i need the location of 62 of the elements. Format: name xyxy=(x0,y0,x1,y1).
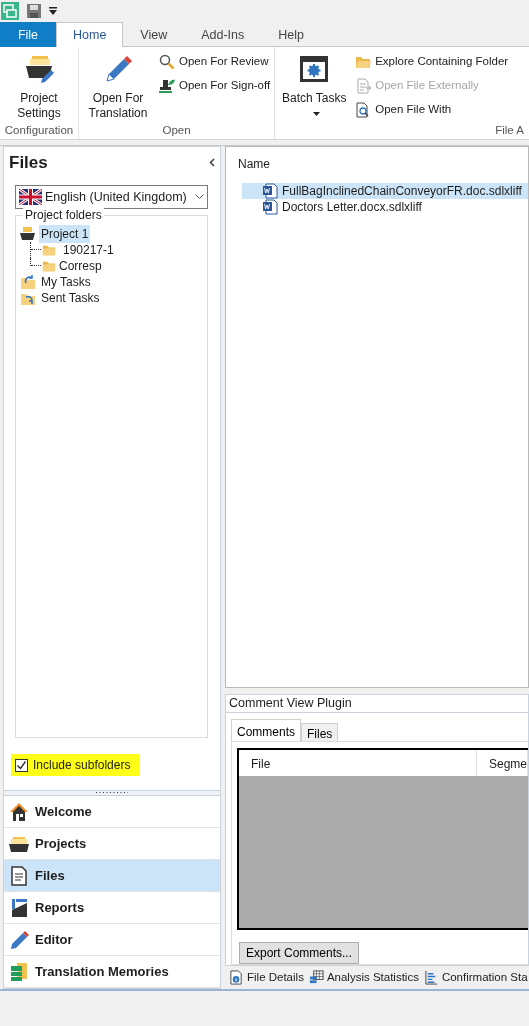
database-stack-icon xyxy=(9,961,29,982)
dropdown-button[interactable]: Batch Tasks xyxy=(278,50,351,123)
tray-icon xyxy=(23,53,55,85)
caret-icon xyxy=(312,111,320,116)
search-icon xyxy=(159,53,175,70)
column-header: Name xyxy=(238,156,271,173)
group-label: Open xyxy=(161,123,192,138)
ribbon-button[interactable]: Open For Review xyxy=(158,50,272,73)
chevron-down-icon xyxy=(195,194,204,200)
group-label: Configuration xyxy=(3,123,75,138)
tab[interactable]: Files xyxy=(301,722,339,741)
nav-item[interactable]: Files xyxy=(4,860,220,892)
stamp-icon xyxy=(159,77,175,94)
checkbox-label: Include subfolders xyxy=(33,757,131,774)
document-icon xyxy=(9,865,29,886)
language-dropdown[interactable]: English (United Kingdom) xyxy=(15,185,208,209)
ribbon-button[interactable]: Open For Sign-off xyxy=(158,74,272,97)
flag-icon xyxy=(19,188,42,205)
column-header: Segme xyxy=(476,749,528,776)
customize-dropdown-icon[interactable] xyxy=(49,7,57,15)
ribbon-tab[interactable]: Add-Ins xyxy=(184,22,262,47)
pencil-icon xyxy=(9,929,29,950)
group-label: File A xyxy=(494,123,525,138)
word-document-icon xyxy=(262,199,278,215)
ribbon-button[interactable]: Open For Translation xyxy=(82,50,154,123)
word-document-icon xyxy=(262,183,278,199)
ribbon-button[interactable]: Open File With xyxy=(354,98,510,121)
info-document-icon xyxy=(229,969,244,985)
save-icon[interactable] xyxy=(27,4,41,18)
ribbon-tab[interactable]: View xyxy=(123,22,185,47)
gear-window-icon xyxy=(298,53,331,85)
house-icon xyxy=(9,801,29,822)
tree-item[interactable]: Project 1 xyxy=(39,224,91,243)
tree-item[interactable]: 190217-1 xyxy=(61,240,116,259)
tab[interactable]: Comments xyxy=(231,718,301,741)
report-icon xyxy=(9,897,29,918)
list-icon xyxy=(423,969,439,985)
column-header: File xyxy=(239,749,477,776)
file-name: FullBagInclinedChainConveyorFR.doc.sdlxliff xyxy=(282,183,522,200)
tab[interactable]: Confirmation Sta xyxy=(423,968,528,986)
export-button[interactable]: Export Comments... xyxy=(239,941,360,964)
project-icon xyxy=(20,225,36,242)
panel-title: Files xyxy=(9,151,48,174)
ribbon-tab[interactable]: Home xyxy=(56,22,124,47)
file-row[interactable]: FullBagInclinedChainConveyorFR.doc.sdlxliff xyxy=(242,183,528,199)
ribbon-button[interactable]: Project Settings xyxy=(3,50,75,123)
file-name: Doctors Letter.docx.sdlxliff xyxy=(282,199,422,216)
ribbon-button[interactable]: Explore Containing Folder xyxy=(354,50,510,73)
table-icon xyxy=(308,969,324,985)
ribbon-tab[interactable]: Help xyxy=(261,22,322,47)
file-tab[interactable]: File xyxy=(0,22,56,47)
tree-item[interactable]: My Tasks xyxy=(39,272,93,291)
tree-item[interactable]: Corresp xyxy=(57,256,104,275)
tree-item[interactable]: Sent Tasks xyxy=(39,288,102,307)
tab[interactable]: Analysis Statistics xyxy=(308,968,419,986)
document-icon xyxy=(355,77,372,94)
inbox-folder-icon xyxy=(20,273,36,290)
checkbox[interactable] xyxy=(15,758,28,772)
file-row[interactable]: Doctors Letter.docx.sdlxliff xyxy=(242,199,528,215)
panel-title: Comment View Plugin xyxy=(226,694,528,713)
tab[interactable]: File Details xyxy=(229,968,304,986)
collapse-icon[interactable] xyxy=(209,158,215,167)
